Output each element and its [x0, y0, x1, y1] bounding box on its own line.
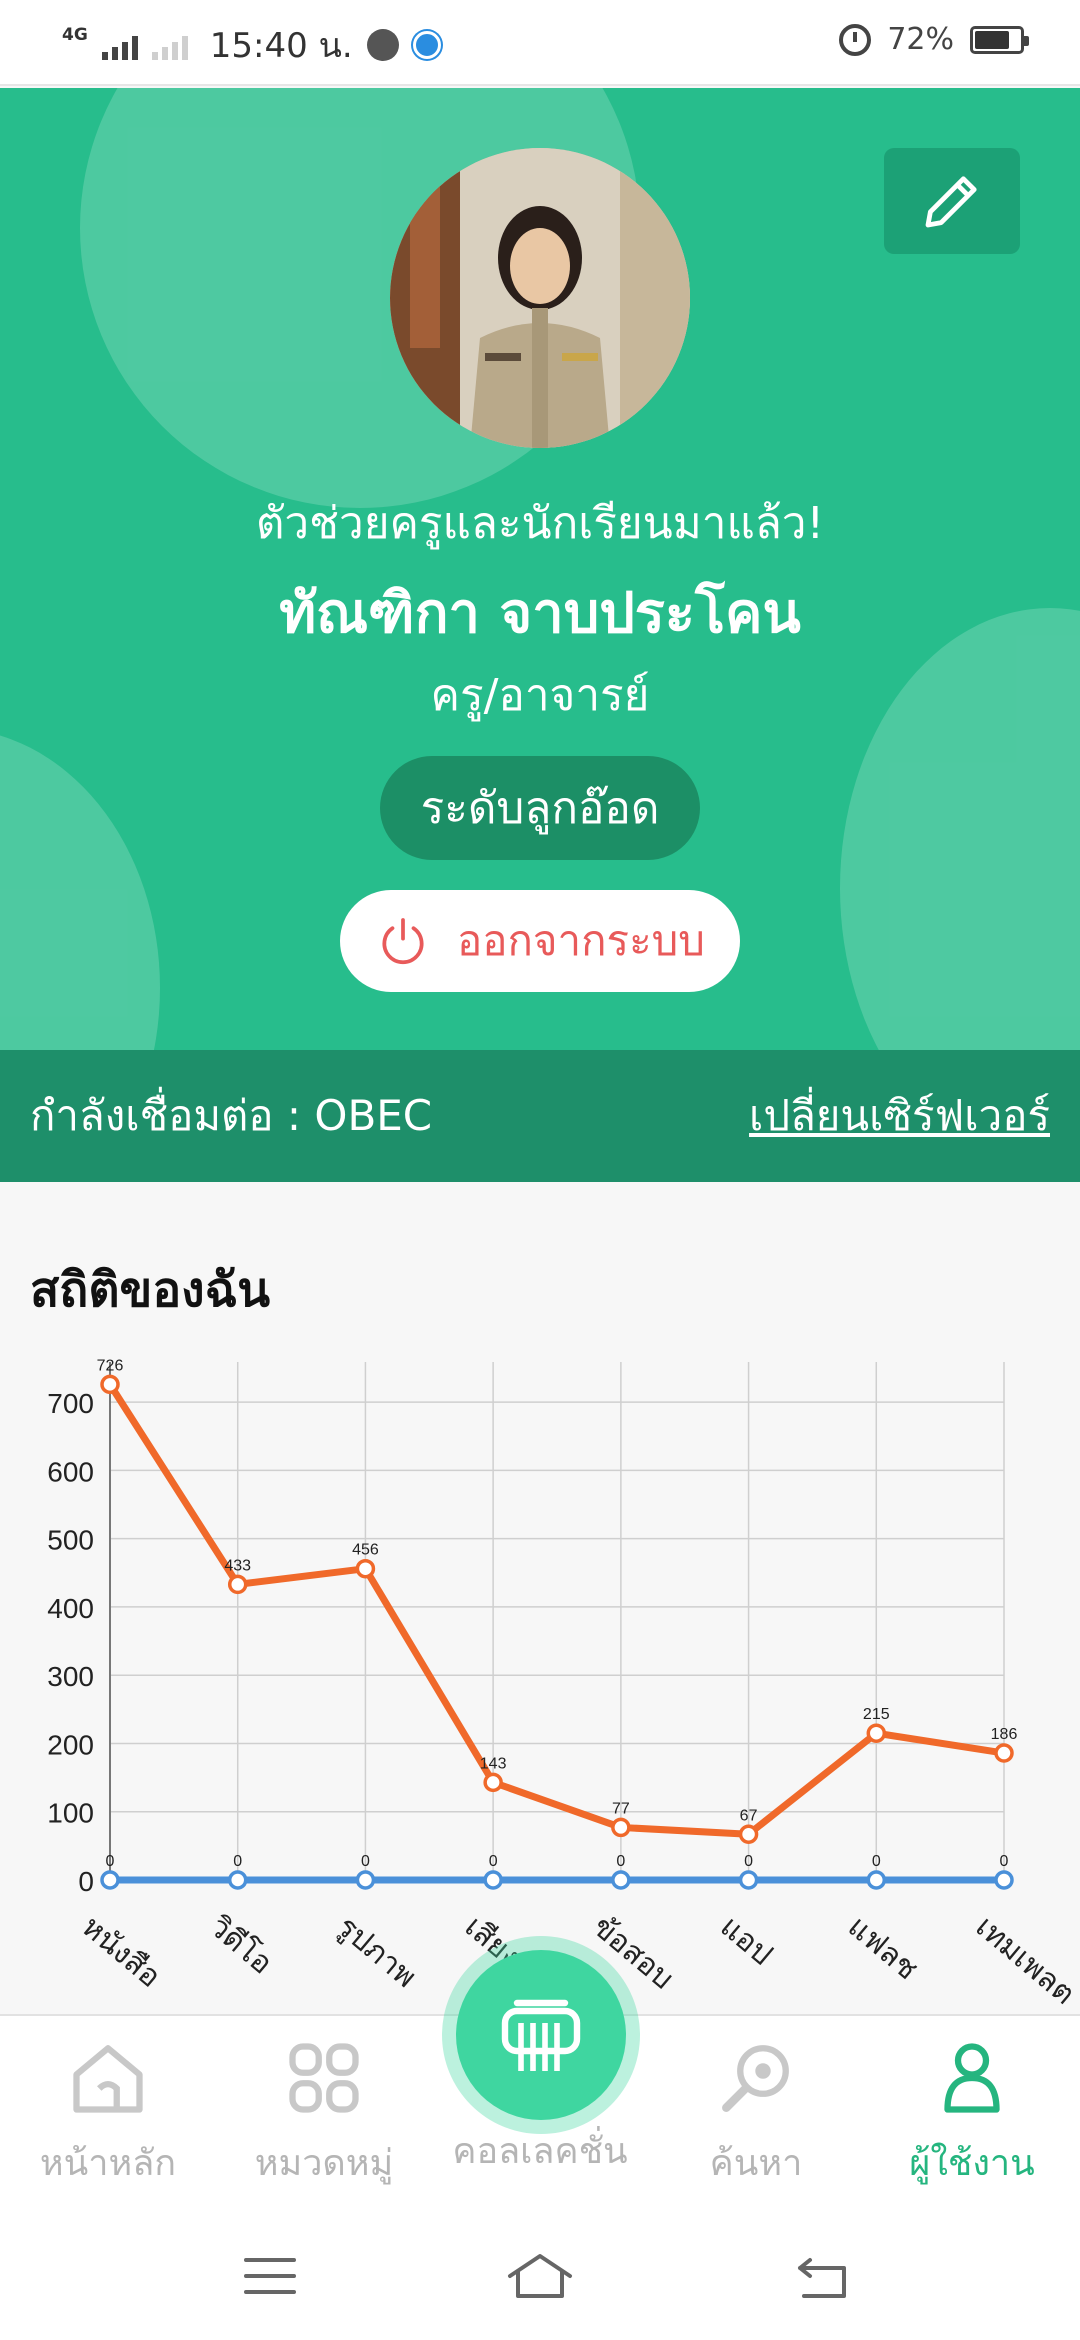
- x-tick-label: หนังสือ: [75, 1909, 167, 1994]
- nav-category[interactable]: หมวดหมู่: [224, 2036, 424, 2206]
- data-point: [483, 1870, 503, 1890]
- greeting-text: ตัวช่วยครูและนักเรียนมาแล้ว!: [255, 498, 825, 549]
- data-label: 186: [991, 1726, 1018, 1743]
- data-point: [738, 1824, 759, 1845]
- stats-chart-svg: 0 100 200 300 400 500 600 700726 433 456 143 77 67 21…: [47, 1357, 1080, 2011]
- data-point: [738, 1870, 759, 1890]
- system-nav-bar: [0, 2214, 1080, 2340]
- y-tick-label: 400: [47, 1593, 94, 1624]
- x-tick-label: แฟลช: [841, 1909, 924, 1987]
- data-point: [227, 1870, 248, 1890]
- stats-title: สถิติของฉัน: [30, 1262, 271, 1318]
- data-point: [355, 1870, 376, 1890]
- data-label: 726: [97, 1357, 124, 1374]
- nav-category-label: หมวดหมู่: [254, 2143, 394, 2184]
- nav-home-label: หน้าหลัก: [39, 2143, 177, 2184]
- logout-button[interactable]: ออกจากระบบ: [340, 890, 740, 992]
- data-label: 0: [489, 1853, 498, 1870]
- y-tick-label: 100: [47, 1798, 94, 1829]
- user-name: ทัณฑิกา จาบประโคน: [279, 581, 801, 646]
- data-label: 67: [740, 1807, 758, 1824]
- user-icon: [944, 2043, 1000, 2113]
- x-tick-label: วิดีโอ: [202, 1908, 279, 1981]
- data-label: 0: [106, 1853, 115, 1870]
- y-tick-label: 0: [78, 1866, 94, 1897]
- status-bar: 4G 15:40 น. 72%: [0, 0, 1080, 86]
- x-tick-label: แอป: [713, 1909, 779, 1972]
- profile-header: ตัวช่วยครูและนักเรียนมาแล้ว! ทัณฑิกา จาบ…: [0, 88, 1080, 1052]
- nav-collection-label: คอลเลคชั่น: [452, 2131, 628, 2172]
- rocket-icon: [412, 31, 441, 59]
- change-server-link[interactable]: เปลี่ยนเซิร์ฟเวอร์: [749, 1083, 1050, 1149]
- alarm-icon: [839, 23, 872, 56]
- x-tick-label: รูปภาพ: [330, 1909, 423, 1995]
- y-tick-label: 500: [47, 1525, 94, 1556]
- search-icon: [722, 2045, 789, 2112]
- nav-user-label: ผู้ใช้งาน: [909, 2143, 1035, 2184]
- data-label: 0: [233, 1853, 242, 1870]
- clock: 15:40 น.: [209, 26, 353, 66]
- data-point: [866, 1723, 887, 1743]
- menu-icon[interactable]: [240, 2254, 300, 2298]
- data-point: [611, 1817, 631, 1838]
- power-icon: [382, 918, 424, 965]
- data-point: [483, 1772, 503, 1793]
- nav-home[interactable]: หน้าหลัก: [8, 2036, 208, 2206]
- signal-strength-icon: [101, 30, 138, 60]
- data-label: 0: [1000, 1853, 1009, 1870]
- y-tick-label: 300: [47, 1661, 94, 1692]
- data-point: [100, 1870, 120, 1890]
- collection-fab[interactable]: [456, 1950, 626, 2120]
- data-label: 456: [352, 1542, 379, 1559]
- collection-icon: [501, 1999, 581, 2071]
- back-icon[interactable]: [794, 2252, 854, 2302]
- battery-percent: 72%: [887, 22, 954, 57]
- network-type: 4G: [62, 24, 88, 45]
- data-label: 0: [744, 1853, 753, 1870]
- data-label: 0: [361, 1853, 370, 1870]
- stats-chart: 0 100 200 300 400 500 600 700 726 433 456 143 77 67 21…: [0, 1340, 1080, 2020]
- user-role: ครู/อาจารย์: [430, 670, 650, 721]
- nav-search[interactable]: ค้นหา: [656, 2036, 856, 2206]
- leaf-icon: [366, 29, 399, 61]
- data-point: [994, 1870, 1014, 1890]
- data-label: 0: [616, 1853, 625, 1870]
- y-tick-label: 200: [47, 1729, 94, 1760]
- data-point: [866, 1870, 887, 1890]
- y-tick-label: 600: [47, 1456, 94, 1487]
- data-point: [994, 1743, 1014, 1763]
- server-status: กำลังเชื่อมต่อ : OBEC: [30, 1091, 433, 1140]
- data-label: 0: [872, 1853, 881, 1870]
- nav-user[interactable]: ผู้ใช้งาน: [872, 2036, 1072, 2206]
- server-bar: กำลังเชื่อมต่อ : OBEC เปลี่ยนเซิร์ฟเวอร์: [0, 1050, 1080, 1182]
- x-tick-label: เทมเพลต: [969, 1909, 1080, 2011]
- pencil-icon: [925, 176, 977, 228]
- series-line-0: [107, 1382, 1005, 1838]
- avatar[interactable]: [390, 148, 690, 448]
- home-button-icon[interactable]: [504, 2250, 576, 2302]
- logout-label: ออกจากระบบ: [457, 916, 705, 965]
- battery-icon: [970, 25, 1029, 54]
- data-label: 215: [863, 1706, 890, 1723]
- data-point: [100, 1374, 120, 1395]
- edit-profile-button[interactable]: [884, 148, 1020, 254]
- data-point: [611, 1870, 631, 1890]
- data-label: 77: [612, 1800, 630, 1817]
- data-point: [227, 1574, 248, 1595]
- data-point: [355, 1558, 376, 1579]
- data-label: 143: [480, 1755, 507, 1772]
- data-label: 433: [224, 1557, 251, 1574]
- level-badge: ระดับลูกอ๊อด: [380, 756, 700, 860]
- signal-strength-secondary-icon: [151, 30, 188, 60]
- y-tick-label: 700: [47, 1388, 94, 1419]
- nav-search-label: ค้นหา: [709, 2143, 803, 2184]
- home-icon: [73, 2045, 143, 2113]
- category-icon: [289, 2043, 359, 2113]
